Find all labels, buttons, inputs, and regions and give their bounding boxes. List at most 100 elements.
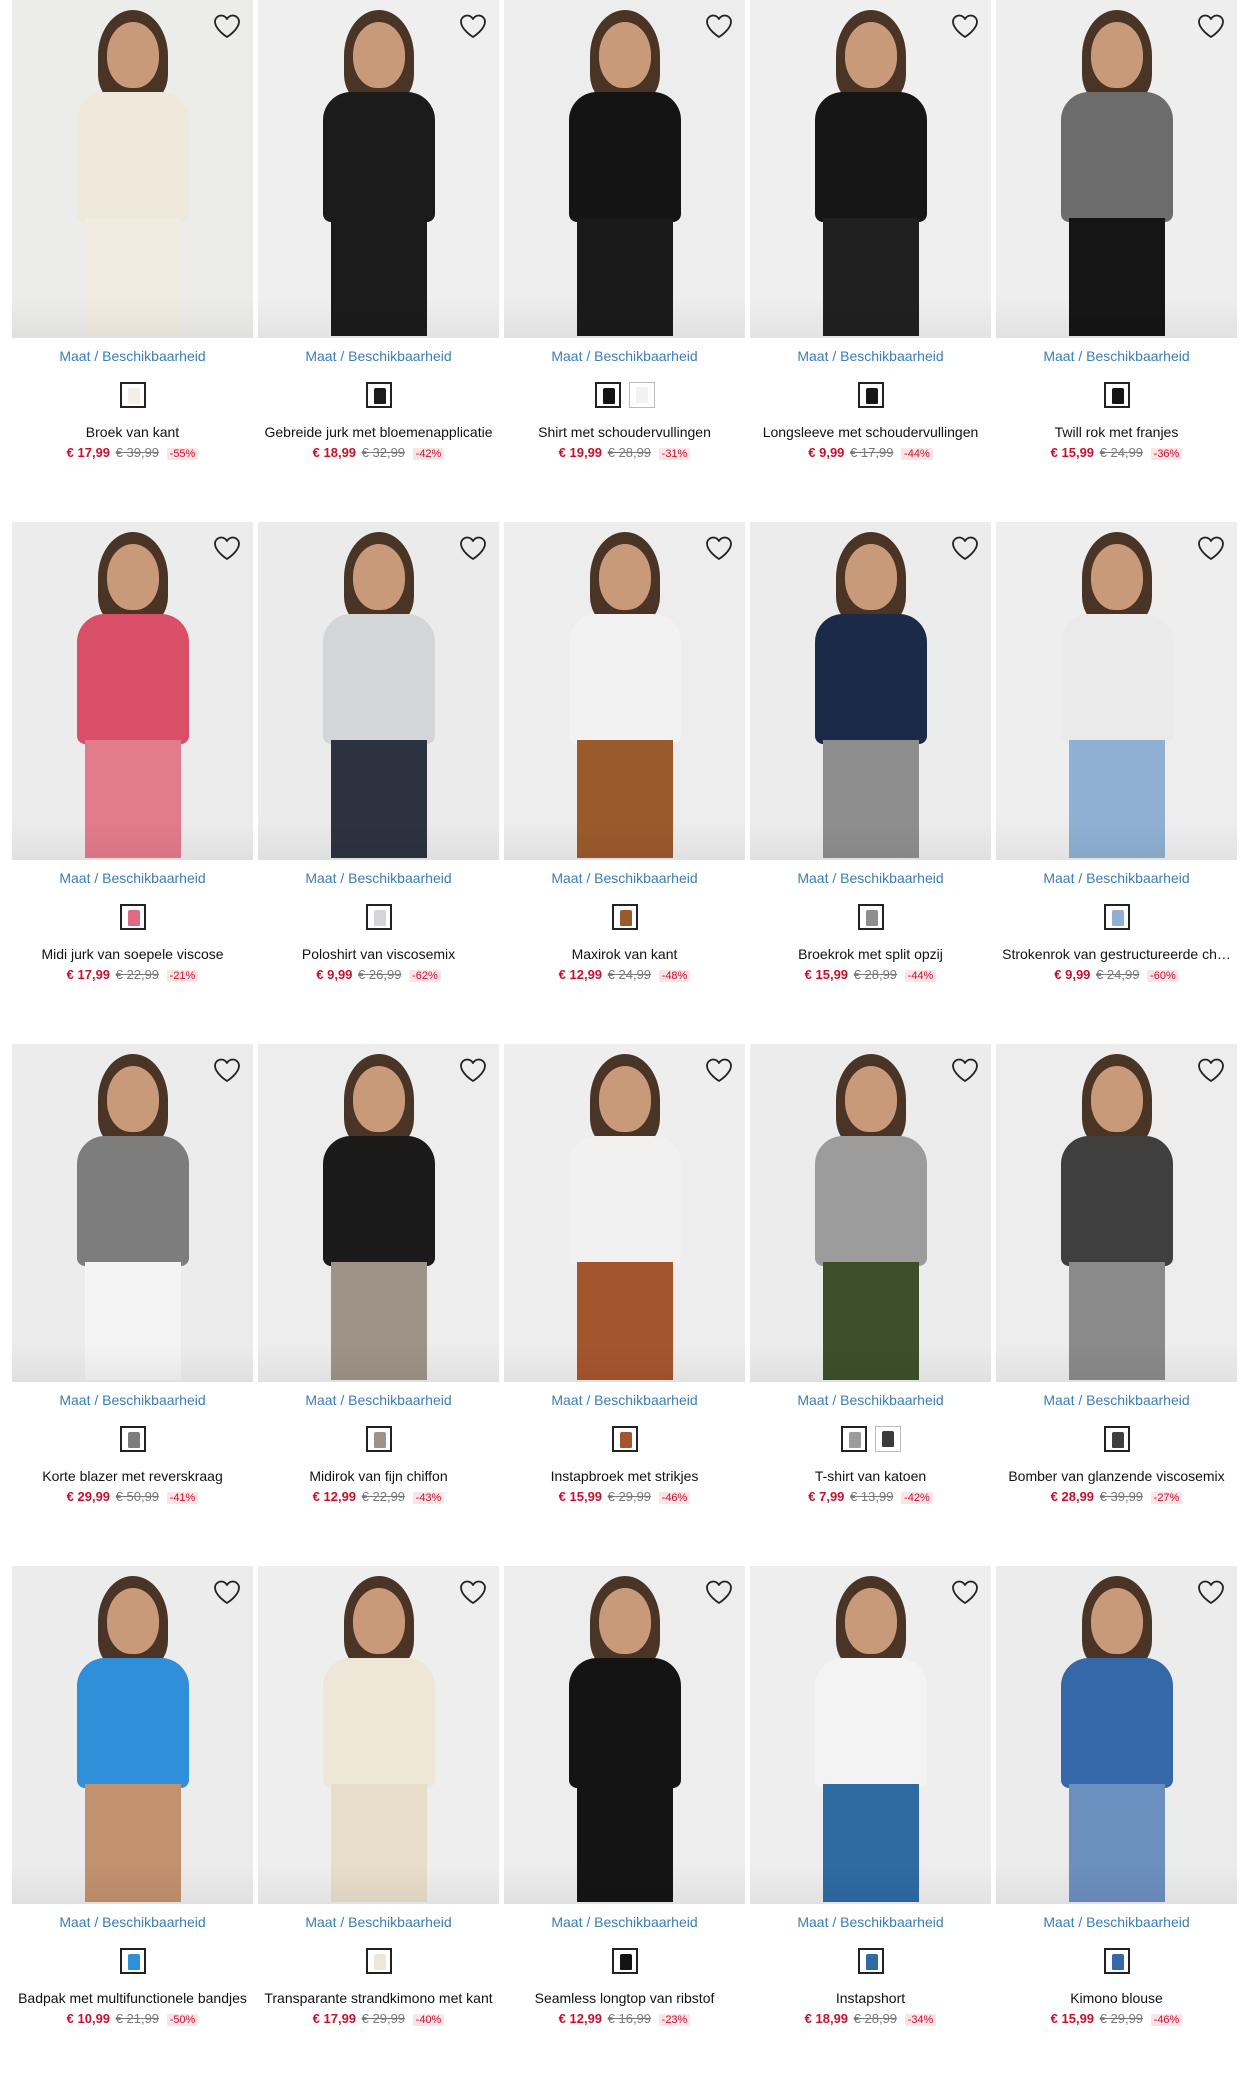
product-card[interactable]: Maat / Beschikbaarheid Midirok van fijn … [258,1044,499,1544]
product-card[interactable]: Maat / Beschikbaarheid Instapshort € 18,… [750,1566,991,2066]
product-image[interactable] [258,1566,499,1904]
product-image[interactable] [504,522,745,860]
product-image[interactable] [996,1044,1237,1382]
heart-icon[interactable] [457,532,489,564]
product-card[interactable]: Maat / Beschikbaarheid Instapbroek met s… [504,1044,745,1544]
product-card[interactable]: Maat / Beschikbaarheid Broekrok met spli… [750,522,991,1022]
heart-icon[interactable] [457,1054,489,1086]
color-swatch[interactable] [119,1426,146,1452]
size-availability-link[interactable]: Maat / Beschikbaarheid [750,870,991,886]
product-card[interactable]: Maat / Beschikbaarheid Poloshirt van vis… [258,522,499,1022]
product-name[interactable]: Instapshort [744,1990,997,2006]
color-swatch[interactable] [611,904,638,930]
size-availability-link[interactable]: Maat / Beschikbaarheid [258,870,499,886]
size-availability-link[interactable]: Maat / Beschikbaarheid [996,1392,1237,1408]
heart-icon[interactable] [211,1054,243,1086]
product-card[interactable]: Maat / Beschikbaarheid Maxirok van kant … [504,522,745,1022]
product-card[interactable]: Maat / Beschikbaarheid Strokenrok van ge… [996,522,1237,1022]
size-availability-link[interactable]: Maat / Beschikbaarheid [750,1392,991,1408]
color-swatch[interactable] [611,1948,638,1974]
heart-icon[interactable] [703,1576,735,1608]
product-name[interactable]: Longsleeve met schoudervullingen [744,424,997,440]
product-name[interactable]: T-shirt van katoen [744,1468,997,1484]
size-availability-link[interactable]: Maat / Beschikbaarheid [258,348,499,364]
heart-icon[interactable] [703,10,735,42]
product-name[interactable]: Strokenrok van gestructureerde ch… [990,946,1243,962]
product-image[interactable] [750,1044,991,1382]
product-name[interactable]: Gebreide jurk met bloemenapplicatie [252,424,505,440]
heart-icon[interactable] [211,1576,243,1608]
color-swatch[interactable] [628,382,655,408]
color-swatch[interactable] [1103,382,1130,408]
color-swatch[interactable] [874,1426,901,1452]
product-name[interactable]: Poloshirt van viscosemix [252,946,505,962]
size-availability-link[interactable]: Maat / Beschikbaarheid [504,1392,745,1408]
product-card[interactable]: Maat / Beschikbaarheid Seamless longtop … [504,1566,745,2066]
product-image[interactable] [504,1566,745,1904]
product-card[interactable]: Maat / Beschikbaarheid Midi jurk van soe… [12,522,253,1022]
product-name[interactable]: Korte blazer met reverskraag [6,1468,259,1484]
product-name[interactable]: Bomber van glanzende viscosemix [990,1468,1243,1484]
product-image[interactable] [258,1044,499,1382]
product-image[interactable] [504,0,745,338]
heart-icon[interactable] [1195,1054,1227,1086]
product-image[interactable] [12,1044,253,1382]
product-card[interactable]: Maat / Beschikbaarheid Kimono blouse € 1… [996,1566,1237,2066]
heart-icon[interactable] [1195,1576,1227,1608]
color-swatch[interactable] [365,382,392,408]
color-swatch[interactable] [594,382,621,408]
color-swatch[interactable] [840,1426,867,1452]
color-swatch[interactable] [365,1948,392,1974]
heart-icon[interactable] [949,10,981,42]
product-image[interactable] [12,0,253,338]
size-availability-link[interactable]: Maat / Beschikbaarheid [258,1392,499,1408]
product-name[interactable]: Badpak met multifunctionele bandjes [6,1990,259,2006]
color-swatch[interactable] [119,1948,146,1974]
product-card[interactable]: Maat / Beschikbaarheid Badpak met multif… [12,1566,253,2066]
size-availability-link[interactable]: Maat / Beschikbaarheid [258,1914,499,1930]
product-card[interactable]: Maat / Beschikbaarheid Transparante stra… [258,1566,499,2066]
color-swatch[interactable] [857,904,884,930]
product-card[interactable]: Maat / Beschikbaarheid Gebreide jurk met… [258,0,499,500]
size-availability-link[interactable]: Maat / Beschikbaarheid [996,348,1237,364]
heart-icon[interactable] [949,1576,981,1608]
color-swatch[interactable] [611,1426,638,1452]
size-availability-link[interactable]: Maat / Beschikbaarheid [12,1914,253,1930]
heart-icon[interactable] [457,10,489,42]
heart-icon[interactable] [211,532,243,564]
product-name[interactable]: Broekrok met split opzij [744,946,997,962]
product-name[interactable]: Maxirok van kant [498,946,751,962]
product-card[interactable]: Maat / Beschikbaarheid Twill rok met fra… [996,0,1237,500]
heart-icon[interactable] [1195,10,1227,42]
size-availability-link[interactable]: Maat / Beschikbaarheid [12,1392,253,1408]
product-card[interactable]: Maat / Beschikbaarheid Broek van kant € … [12,0,253,500]
size-availability-link[interactable]: Maat / Beschikbaarheid [12,870,253,886]
heart-icon[interactable] [211,10,243,42]
color-swatch[interactable] [857,1948,884,1974]
product-image[interactable] [996,0,1237,338]
product-card[interactable]: Maat / Beschikbaarheid T-shirt van katoe… [750,1044,991,1544]
size-availability-link[interactable]: Maat / Beschikbaarheid [996,1914,1237,1930]
color-swatch[interactable] [365,1426,392,1452]
product-image[interactable] [750,522,991,860]
heart-icon[interactable] [703,1054,735,1086]
size-availability-link[interactable]: Maat / Beschikbaarheid [750,1914,991,1930]
heart-icon[interactable] [949,1054,981,1086]
product-name[interactable]: Shirt met schoudervullingen [498,424,751,440]
product-name[interactable]: Midi jurk van soepele viscose [6,946,259,962]
color-swatch[interactable] [119,904,146,930]
color-swatch[interactable] [1103,1426,1130,1452]
product-name[interactable]: Transparante strandkimono met kant [252,1990,505,2006]
product-card[interactable]: Maat / Beschikbaarheid Longsleeve met sc… [750,0,991,500]
size-availability-link[interactable]: Maat / Beschikbaarheid [504,1914,745,1930]
size-availability-link[interactable]: Maat / Beschikbaarheid [504,870,745,886]
product-card[interactable]: Maat / Beschikbaarheid Korte blazer met … [12,1044,253,1544]
color-swatch[interactable] [365,904,392,930]
color-swatch[interactable] [1103,1948,1130,1974]
size-availability-link[interactable]: Maat / Beschikbaarheid [12,348,253,364]
product-name[interactable]: Instapbroek met strikjes [498,1468,751,1484]
color-swatch[interactable] [857,382,884,408]
product-image[interactable] [750,0,991,338]
color-swatch[interactable] [119,382,146,408]
heart-icon[interactable] [949,532,981,564]
